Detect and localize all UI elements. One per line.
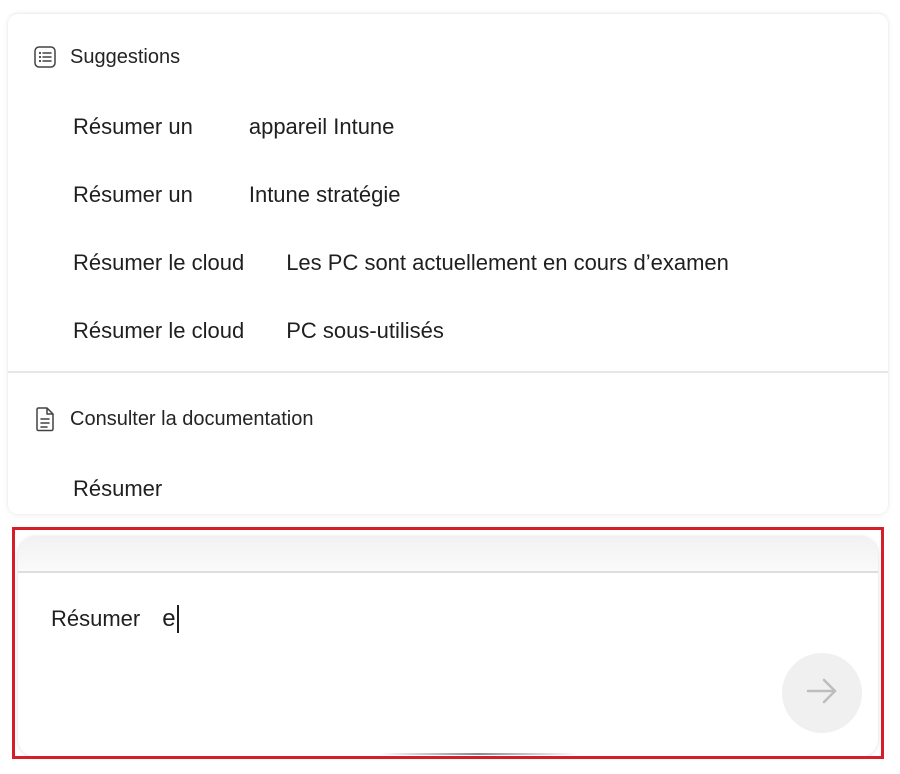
copilot-page: Suggestions Résumer un appareil Intune R… [0, 0, 900, 774]
suggestion-item-summarize-device[interactable]: Résumer un appareil Intune [73, 112, 394, 142]
suggestion-item-summarize-cloud-pc-review[interactable]: Résumer le cloud Les PC sont actuellemen… [73, 248, 729, 278]
suggestion-item-text: PC sous-utilisés [286, 318, 444, 343]
suggestion-item-text: Intune stratégie [248, 182, 401, 207]
suggestion-item-text: Résumer un [73, 182, 193, 207]
documentation-item-summarize[interactable]: Résumer [73, 474, 162, 504]
suggestion-item-text: Résumer un [73, 114, 193, 139]
suggestions-panel: Suggestions Résumer un appareil Intune R… [8, 14, 888, 514]
documentation-item-text: Résumer [73, 476, 163, 501]
suggestion-item-summarize-policy[interactable]: Résumer un Intune stratégie [73, 180, 401, 210]
highlight-frame [12, 527, 884, 759]
suggestion-item-summarize-cloud-pc-underused[interactable]: Résumer le cloud PC sous-utilisés [73, 316, 444, 346]
suggestion-item-text: Résumer le cloud [73, 318, 245, 343]
documentation-header-label: Consulter la documentation [70, 407, 314, 430]
document-icon [32, 406, 58, 432]
section-divider [8, 371, 888, 373]
suggestion-item-text: Résumer le cloud [73, 250, 245, 275]
suggestion-item-text: Les PC sont actuellement en cours d’exam… [286, 250, 729, 275]
list-icon [32, 44, 58, 70]
documentation-header: Consulter la documentation [32, 404, 313, 434]
suggestions-header: Suggestions [32, 42, 180, 72]
suggestions-header-label: Suggestions [70, 45, 181, 68]
suggestion-item-text: appareil Intune [248, 114, 395, 139]
